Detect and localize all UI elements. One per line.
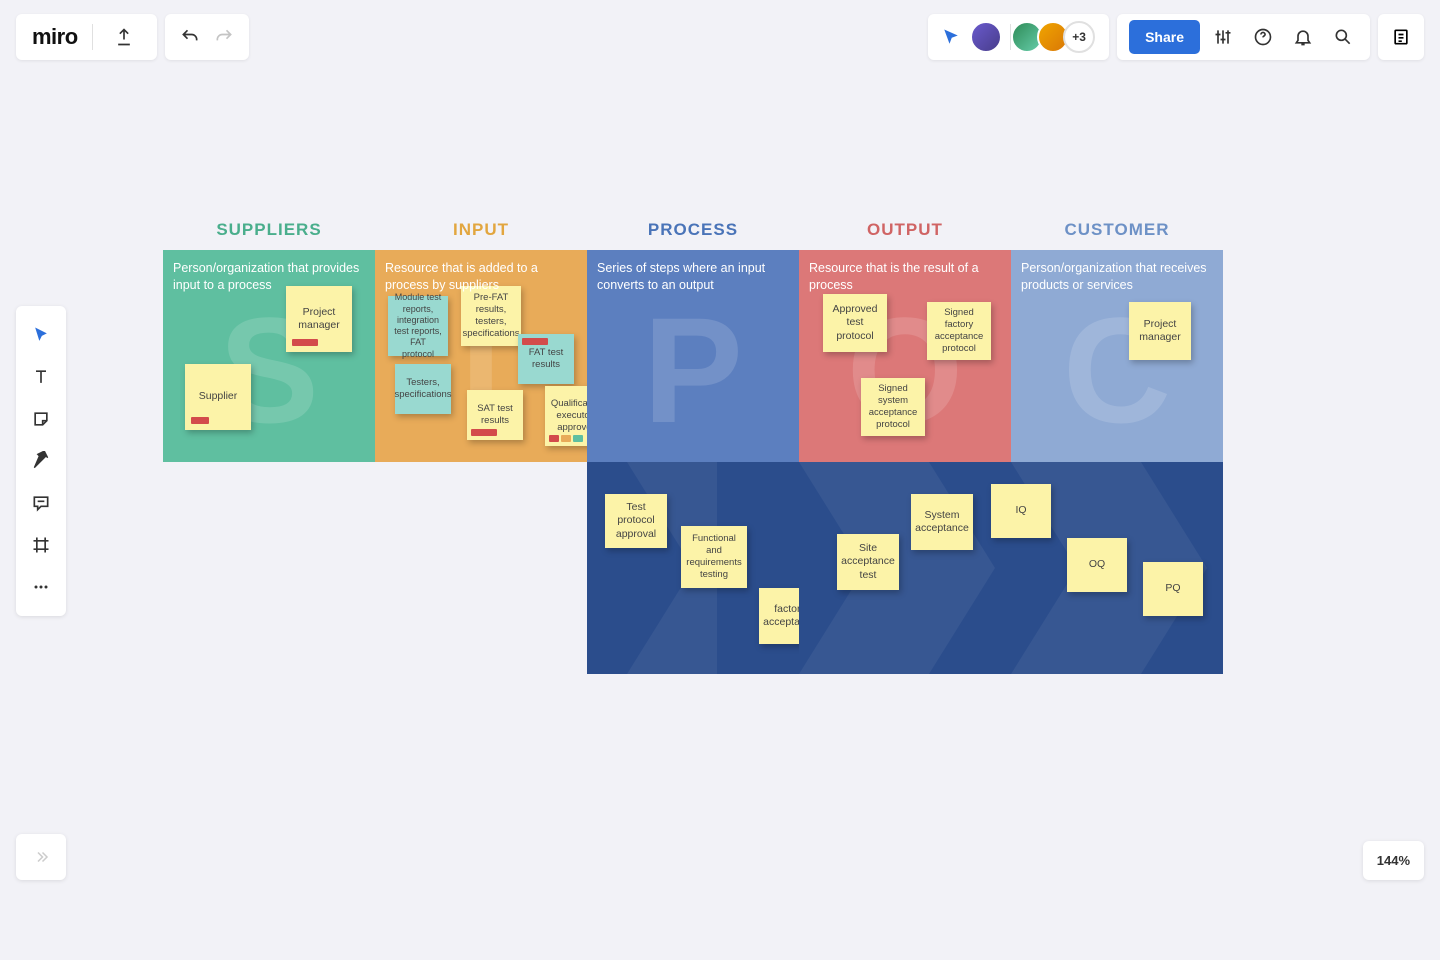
sticky-text: Module test reports, integration test re… — [394, 292, 442, 360]
arrow-shape — [799, 462, 1011, 674]
zoom-level[interactable]: 144% — [1363, 841, 1424, 880]
sticky-note[interactable]: Approved test protocol — [823, 294, 887, 352]
sticky-note[interactable]: Signed factory acceptance protocol — [927, 302, 991, 360]
sticky-note[interactable]: OQ — [1067, 538, 1127, 592]
actions-card: Share — [1117, 14, 1370, 60]
sticky-text: Signed factory acceptance protocol — [933, 307, 985, 355]
sticky-note[interactable]: Pre-FAT results, testers, specifications — [461, 286, 521, 346]
sticky-note[interactable]: FAT test results — [518, 334, 574, 384]
logo-card: miro — [16, 14, 157, 60]
sticky-text: Testers, specifications — [394, 377, 451, 401]
sticky-tag — [292, 339, 318, 346]
avatar[interactable] — [970, 21, 1002, 53]
share-button[interactable]: Share — [1129, 20, 1200, 54]
sticky-note[interactable]: PQ — [1143, 562, 1203, 616]
sticky-note[interactable]: Site acceptance test — [837, 534, 899, 590]
notification-icon[interactable] — [1286, 20, 1320, 54]
expand-panel-button[interactable] — [16, 834, 66, 880]
header-customer: CUSTOMER — [1011, 220, 1223, 250]
sticky-text: OQ — [1089, 558, 1105, 571]
undo-redo-card — [165, 14, 249, 60]
sticky-note[interactable]: Test protocol approval — [605, 494, 667, 548]
cursor-icon[interactable] — [942, 28, 964, 46]
sticky-tag — [471, 429, 497, 436]
divider — [92, 24, 93, 50]
help-icon[interactable] — [1246, 20, 1280, 54]
header-process: PROCESS — [587, 220, 799, 250]
sticky-note[interactable]: Functional and requirements testing — [681, 526, 747, 588]
select-tool-icon[interactable] — [22, 316, 60, 354]
col-output[interactable]: O Resource that is the result of a proce… — [799, 250, 1011, 462]
board-canvas[interactable]: SUPPLIERS INPUT PROCESS OUTPUT CUSTOMER … — [163, 220, 1223, 674]
export-icon[interactable] — [107, 20, 141, 54]
sticky-text: PQ — [1165, 582, 1180, 595]
collaborators: +3 — [928, 14, 1109, 60]
sticky-text: Functional and requirements testing — [686, 533, 741, 581]
sticky-text: Project manager — [292, 306, 346, 332]
header-input: INPUT — [375, 220, 587, 250]
toolbar-left: miro — [16, 14, 249, 60]
sticky-tag — [549, 435, 559, 442]
notes-button[interactable] — [1378, 14, 1424, 60]
sticky-note[interactable]: SAT test results — [467, 390, 523, 440]
redo-icon[interactable] — [207, 20, 241, 54]
sticky-tag — [191, 417, 209, 424]
col-customer[interactable]: C Person/organization that receives prod… — [1011, 250, 1223, 462]
toolbar-right: +3 Share — [928, 14, 1424, 60]
sticky-tool-icon[interactable] — [22, 400, 60, 438]
col-process[interactable]: P Series of steps where an input convert… — [587, 250, 799, 462]
settings-icon[interactable] — [1206, 20, 1240, 54]
sticky-note[interactable]: Project manager — [286, 286, 352, 352]
sticky-note[interactable]: Supplier — [185, 364, 251, 430]
sticky-text: Signed system acceptance protocol — [867, 383, 919, 431]
sticky-text: Approved test protocol — [829, 303, 881, 342]
col-description: Person/organization that provides input … — [173, 260, 365, 294]
col-input[interactable]: I Resource that is added to a process by… — [375, 250, 587, 462]
sipoc-headers: SUPPLIERS INPUT PROCESS OUTPUT CUSTOMER — [163, 220, 1223, 250]
header-suppliers: SUPPLIERS — [163, 220, 375, 250]
process-stage[interactable]: IQ OQ PQ — [1011, 462, 1223, 674]
sticky-note[interactable]: Signed system acceptance protocol — [861, 378, 925, 436]
undo-icon[interactable] — [173, 20, 207, 54]
sticky-text: IQ — [1015, 504, 1026, 517]
app-logo[interactable]: miro — [32, 24, 78, 50]
sticky-text: Pre-FAT results, testers, specifications — [463, 292, 520, 340]
col-description: Person/organization that receives produc… — [1021, 260, 1213, 294]
sticky-note[interactable]: Project manager — [1129, 302, 1191, 360]
header-output: OUTPUT — [799, 220, 1011, 250]
sticky-text: Site acceptance test — [841, 542, 895, 581]
process-stage[interactable]: Site acceptance test System acceptance — [799, 462, 1011, 674]
sticky-note[interactable]: IQ — [991, 484, 1051, 538]
comment-tool-icon[interactable] — [22, 484, 60, 522]
process-flow-row: Test protocol approval Functional and re… — [587, 462, 1223, 674]
sticky-text: System acceptance — [915, 509, 969, 535]
sticky-text: FAT test results — [524, 347, 568, 371]
sticky-text: SAT test results — [473, 403, 517, 427]
sticky-tag — [522, 338, 548, 345]
sticky-note[interactable]: System acceptance — [911, 494, 973, 550]
col-suppliers[interactable]: S Person/organization that provides inpu… — [163, 250, 375, 462]
line-tool-icon[interactable] — [22, 442, 60, 480]
tools-panel — [16, 306, 66, 616]
col-description: Resource that is the result of a process — [809, 260, 1001, 294]
more-tools-icon[interactable] — [22, 568, 60, 606]
bg-letter: P — [643, 284, 743, 457]
sticky-text: Project manager — [1135, 318, 1185, 344]
frame-tool-icon[interactable] — [22, 526, 60, 564]
sipoc-row: S Person/organization that provides inpu… — [163, 250, 1223, 462]
search-icon[interactable] — [1326, 20, 1360, 54]
sticky-tag — [561, 435, 571, 442]
process-stage[interactable]: Test protocol approval Functional and re… — [587, 462, 799, 674]
top-toolbar: miro +3 Share — [16, 14, 1424, 60]
sticky-note[interactable]: Testers, specifications — [395, 364, 451, 414]
sticky-tag — [573, 435, 583, 442]
sticky-text: Supplier — [199, 390, 238, 403]
col-description: Resource that is added to a process by s… — [385, 260, 577, 294]
sticky-note[interactable]: Module test reports, integration test re… — [388, 296, 448, 356]
avatar-more[interactable]: +3 — [1063, 21, 1095, 53]
text-tool-icon[interactable] — [22, 358, 60, 396]
sticky-text: Test protocol approval — [611, 501, 661, 540]
col-description: Series of steps where an input converts … — [597, 260, 789, 294]
